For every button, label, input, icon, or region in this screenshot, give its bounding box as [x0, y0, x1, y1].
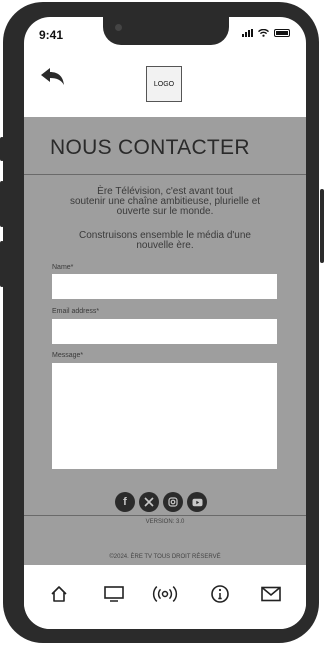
copyright-text: ©2024. ÈRE TV TOUS DROIT RÉSERVÉ: [109, 554, 221, 560]
back-arrow-icon: [41, 68, 64, 85]
volume-down-button: [0, 241, 4, 287]
nav-info[interactable]: [207, 581, 233, 607]
divider: [24, 515, 306, 516]
logo[interactable]: LOGO: [146, 66, 182, 102]
tv-icon: [104, 586, 124, 602]
email-field[interactable]: [52, 319, 277, 344]
nav-contact[interactable]: [258, 581, 284, 607]
intro-line: ouverte sur le monde.: [116, 206, 214, 217]
info-icon: [211, 585, 229, 603]
intro-line: nouvelle ère.: [136, 240, 194, 251]
wifi-icon: [258, 29, 269, 37]
mute-switch: [0, 137, 4, 161]
contact-section: NOUS CONTACTER Ère Télévision, c'est ava…: [24, 117, 306, 565]
version-text: VERSION: 3.0: [145, 519, 185, 525]
page-title: NOUS CONTACTER: [50, 136, 250, 159]
bottom-nav: [24, 565, 306, 629]
social-links: f: [115, 492, 207, 512]
back-button[interactable]: [39, 67, 67, 89]
instagram-icon[interactable]: [163, 492, 183, 512]
phone-frame: 9:41 LOGO NOUS CONTACTER Ère Télévision,…: [3, 2, 319, 643]
intro-text: Ère Télévision, c'est avant tout souteni…: [44, 187, 286, 217]
broadcast-icon: [152, 586, 178, 602]
message-label: Message*: [52, 352, 84, 359]
divider: [24, 174, 306, 175]
youtube-icon[interactable]: [187, 492, 207, 512]
signal-icon: [242, 29, 253, 37]
power-button: [320, 189, 324, 263]
nav-tv[interactable]: [101, 581, 127, 607]
battery-icon: [274, 29, 290, 37]
intro-text-2: Construisons ensemble le média d'une nou…: [44, 231, 286, 251]
status-icons: [242, 29, 290, 37]
status-time: 9:41: [39, 28, 64, 42]
message-field[interactable]: [52, 363, 277, 469]
volume-up-button: [0, 181, 4, 227]
email-label: Email address*: [52, 308, 100, 315]
home-icon: [51, 586, 67, 602]
nav-home[interactable]: [46, 581, 72, 607]
x-icon[interactable]: [139, 492, 159, 512]
name-field[interactable]: [52, 274, 277, 299]
notch: [103, 17, 229, 45]
name-label: Name*: [52, 264, 74, 271]
screen: 9:41 LOGO NOUS CONTACTER Ère Télévision,…: [24, 17, 306, 629]
camera-icon: [115, 24, 122, 31]
nav-live[interactable]: [152, 581, 178, 607]
mail-icon: [261, 586, 281, 602]
facebook-icon[interactable]: f: [115, 492, 135, 512]
